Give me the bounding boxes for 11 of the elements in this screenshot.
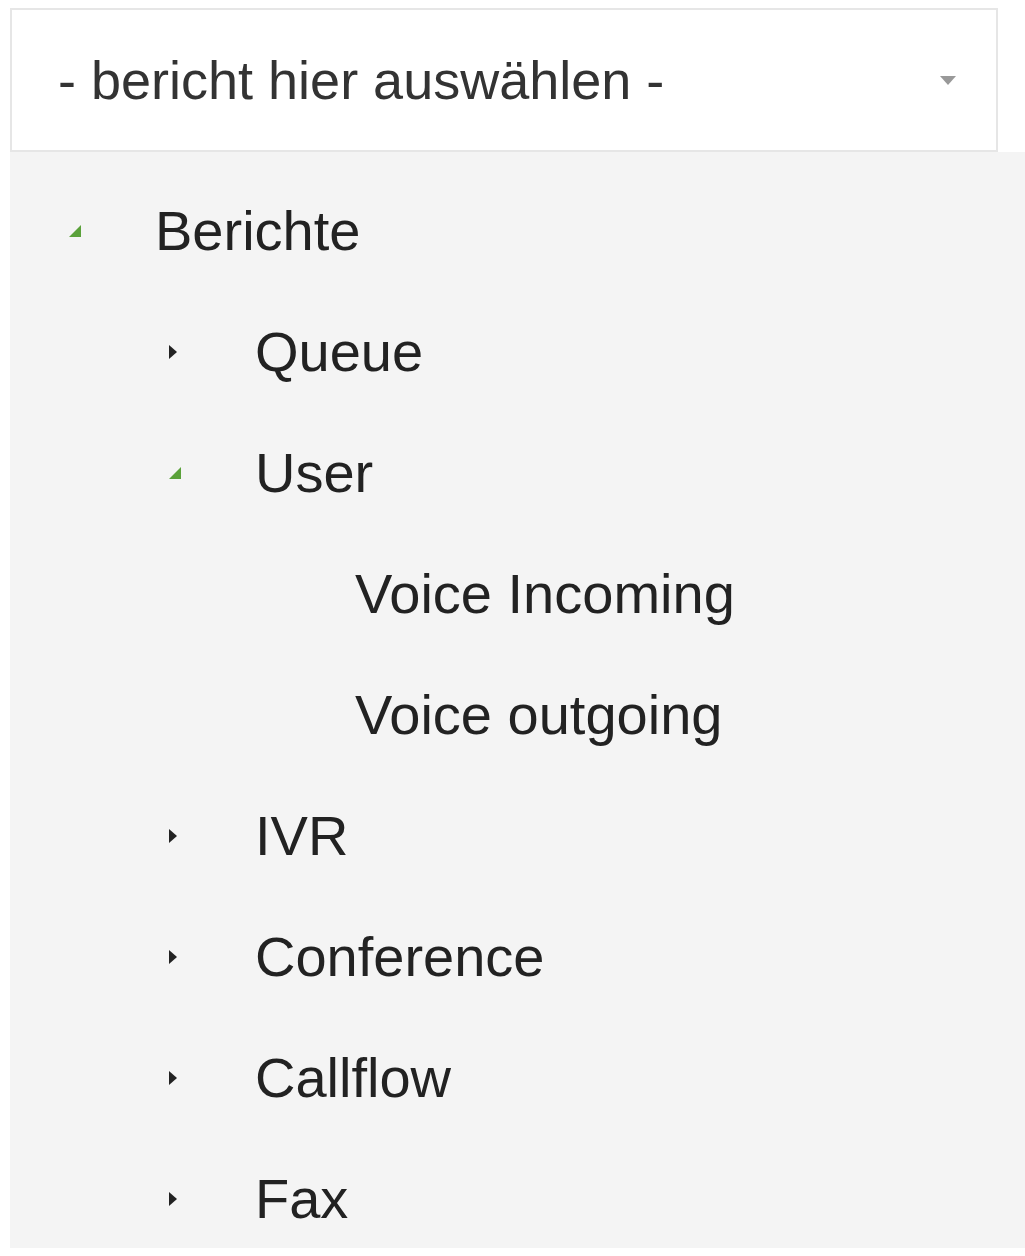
tree-item[interactable]: Conference (10, 896, 1025, 1017)
tree-item[interactable]: Voice Incoming (10, 533, 1025, 654)
tree-item[interactable]: IVR (10, 775, 1025, 896)
tree-item[interactable]: Voice outgoing (10, 654, 1025, 775)
tree-item[interactable]: Fax (10, 1138, 1025, 1256)
tree-item[interactable]: Callflow (10, 1017, 1025, 1138)
tree-item[interactable]: User (10, 412, 1025, 533)
report-select[interactable]: - bericht hier auswählen - (10, 8, 998, 152)
caret-icon (940, 75, 956, 85)
tree-item[interactable]: Queue (10, 291, 1025, 412)
tree-item[interactable]: Berichte (10, 170, 1025, 291)
